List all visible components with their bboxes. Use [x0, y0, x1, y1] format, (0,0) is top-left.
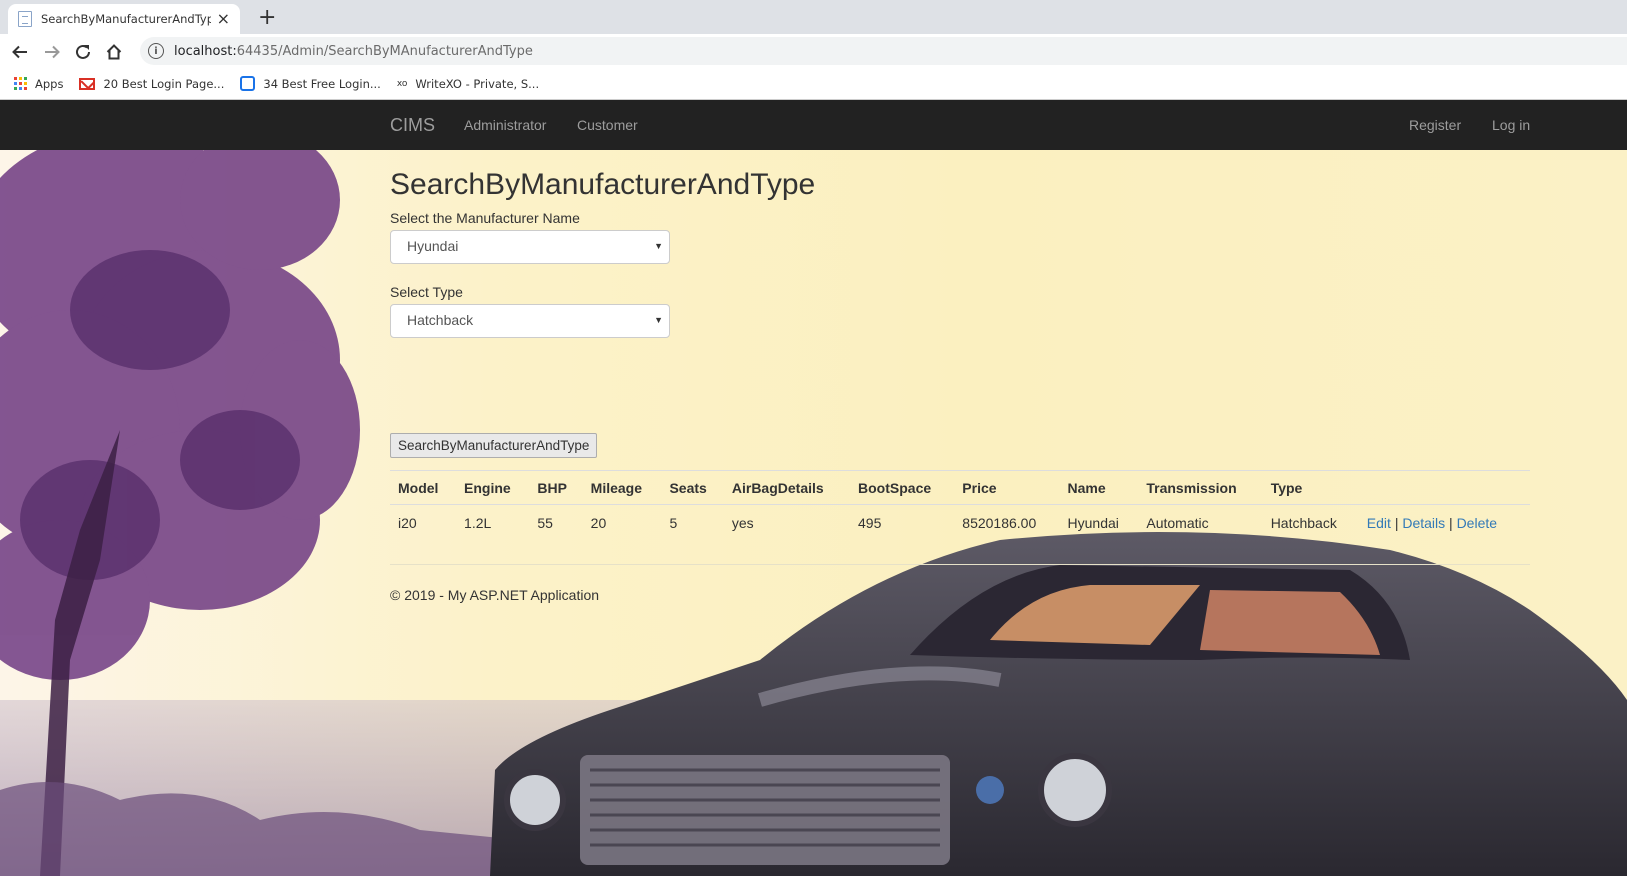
table-row: i20 1.2L 55 20 5 yes 495 8520186.00 Hyun… [390, 505, 1530, 542]
info-icon[interactable]: i [148, 43, 164, 59]
close-tab-icon[interactable]: × [217, 11, 230, 27]
cell-engine: 1.2L [464, 515, 492, 531]
browser-tabstrip: SearchByManufacturerAndType × + [0, 0, 1627, 34]
forward-button[interactable] [40, 40, 64, 64]
manufacturer-select[interactable]: Hyundai ▼ [390, 230, 670, 264]
nav-customer[interactable]: Customer [577, 117, 638, 133]
car-illustration [490, 532, 1627, 876]
footer-text: © 2019 - My ASP.NET Application [390, 587, 600, 603]
browser-tab[interactable]: SearchByManufacturerAndType × [8, 4, 240, 34]
reload-button[interactable] [71, 40, 95, 64]
cell-price: 8520186.00 [962, 515, 1037, 531]
site-navbar: CIMS Administrator Customer Register Log… [0, 100, 1627, 150]
manufacturer-label: Select the Manufacturer Name [390, 210, 580, 226]
footer-divider [390, 564, 1530, 565]
column-header-engine: Engine [456, 470, 530, 505]
home-icon [106, 44, 122, 60]
bookmark-free-login[interactable]: 34 Best Free Login... [240, 76, 381, 91]
cell-model: i20 [398, 515, 417, 531]
column-header-bootspace: BootSpace [850, 470, 955, 505]
address-bar[interactable]: i localhost:64435/Admin/SearchByMAnufact… [140, 37, 1627, 65]
tab-title: SearchByManufacturerAndType [41, 12, 211, 26]
cell-actions: Edit | Details | Delete [1359, 505, 1530, 542]
column-header-seats: Seats [661, 470, 724, 505]
url-text: localhost:64435/Admin/SearchByMAnufactur… [174, 43, 533, 59]
new-tab-button[interactable]: + [258, 5, 276, 30]
bookmark-label: 20 Best Login Page... [103, 76, 225, 91]
column-header-name: Name [1059, 470, 1139, 505]
column-header-bhp: BHP [529, 470, 583, 505]
table-header-row: Model Engine BHP Mileage Seats AirBagDet… [390, 470, 1530, 505]
gmail-icon [79, 77, 96, 90]
bookmark-label: Apps [35, 76, 64, 91]
bookmarks-bar: Apps 20 Best Login Page... 34 Best Free … [0, 68, 1627, 100]
search-button[interactable]: SearchByManufacturerAndType [390, 433, 598, 458]
column-header-model: Model [390, 470, 457, 505]
delete-link[interactable]: Delete [1457, 515, 1497, 531]
column-header-actions [1358, 470, 1530, 505]
bookmark-writexo[interactable]: xo WriteXO - Private, S... [397, 77, 539, 91]
edit-link[interactable]: Edit [1367, 515, 1391, 531]
results-table: Model Engine BHP Mileage Seats AirBagDet… [390, 470, 1530, 541]
apps-grid-icon [14, 77, 27, 90]
dropdown-caret-icon: ▼ [654, 241, 663, 251]
page-icon [18, 11, 32, 27]
dropdown-caret-icon: ▼ [654, 315, 663, 325]
cell-bhp: 55 [537, 515, 553, 531]
cell-bootspace: 495 [858, 515, 882, 531]
brand-link[interactable]: CIMS [390, 115, 435, 136]
xo-icon: xo [396, 78, 408, 89]
cell-airbagdetails: yes [731, 515, 754, 531]
arrow-right-icon [45, 45, 60, 59]
home-button[interactable] [102, 40, 126, 64]
type-label: Select Type [390, 284, 463, 300]
page-viewport: CIMS Administrator Customer Register Log… [0, 100, 1627, 876]
column-header-airbagdetails: AirBagDetails [723, 470, 851, 505]
page-title: SearchByManufacturerAndType [390, 168, 816, 201]
details-link[interactable]: Details [1402, 515, 1445, 531]
nav-administrator[interactable]: Administrator [464, 117, 546, 133]
column-header-mileage: Mileage [582, 470, 662, 505]
bookmark-apps[interactable]: Apps [14, 77, 63, 91]
nav-login[interactable]: Log in [1492, 117, 1530, 133]
type-selected-value: Hatchback [407, 312, 474, 328]
column-header-type: Type [1262, 470, 1359, 505]
reload-icon [76, 44, 90, 59]
column-header-price: Price [954, 470, 1060, 505]
cell-mileage: 20 [590, 515, 607, 531]
action-separator: | [1449, 515, 1453, 531]
action-separator: | [1394, 515, 1399, 531]
cell-type: Hatchback [1270, 515, 1337, 531]
bookmark-label: 34 Best Free Login... [263, 76, 381, 91]
bookmark-label: WriteXO - Private, S... [415, 76, 540, 91]
cell-transmission: Automatic [1146, 515, 1209, 531]
browser-toolbar: i localhost:64435/Admin/SearchByMAnufact… [0, 34, 1627, 68]
bookmark-login-pages[interactable]: 20 Best Login Page... [79, 77, 224, 91]
back-button[interactable] [8, 40, 32, 64]
manufacturer-selected-value: Hyundai [407, 238, 459, 254]
arrow-left-icon [12, 45, 27, 59]
cell-name: Hyundai [1067, 515, 1119, 531]
type-select[interactable]: Hatchback ▼ [390, 304, 670, 338]
bookmark-page-icon [240, 76, 256, 91]
cell-seats: 5 [669, 515, 678, 531]
nav-register[interactable]: Register [1409, 117, 1461, 133]
column-header-transmission: Transmission [1138, 470, 1263, 505]
